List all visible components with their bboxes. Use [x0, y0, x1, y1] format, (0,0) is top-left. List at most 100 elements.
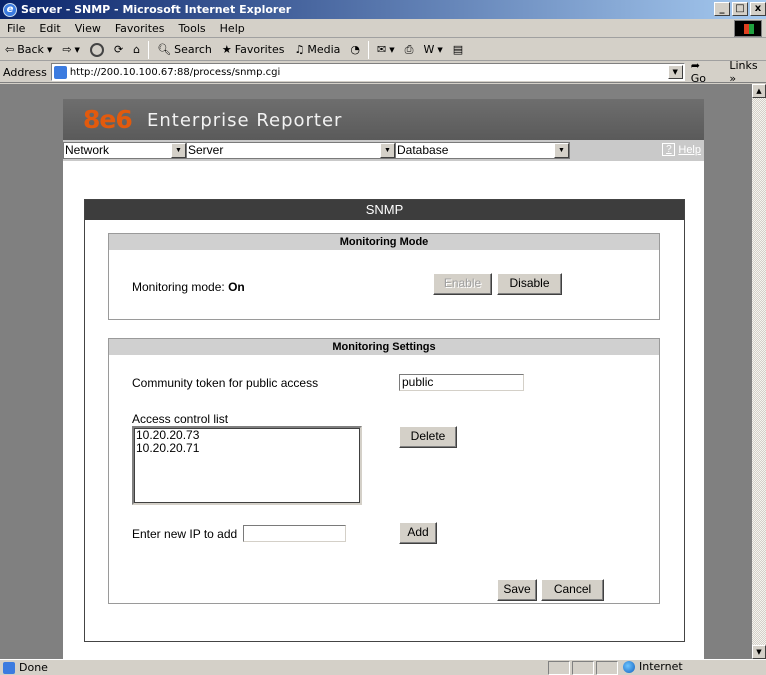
- status-label: Done: [19, 661, 48, 674]
- word-icon: W: [423, 43, 435, 56]
- chevron-down-icon: ▼: [554, 143, 569, 158]
- stop-icon: [89, 42, 104, 57]
- app-banner: 8e6 Enterprise Reporter: [63, 99, 704, 140]
- page-done-icon: [3, 661, 15, 674]
- refresh-button[interactable]: ⟳: [109, 43, 128, 56]
- enable-button[interactable]: Enable: [433, 273, 492, 295]
- security-zone-label: Internet: [639, 660, 683, 673]
- snmp-panel: SNMP Monitoring Mode Monitoring mode: On…: [84, 199, 685, 642]
- page-body: SNMP Monitoring Mode Monitoring mode: On…: [63, 161, 704, 659]
- back-arrow-icon: ⇦: [5, 43, 15, 56]
- browser-toolbar: ⇦ Back ▼ ⇨ ▼ ⟳ ⌂ 🔍︎ Search ★ Favorites ♫…: [0, 39, 766, 61]
- internet-globe-icon: [623, 660, 635, 673]
- menu-help[interactable]: Help: [213, 22, 252, 35]
- database-select-value: Database: [397, 143, 449, 157]
- minimize-button[interactable]: _: [714, 2, 730, 16]
- security-zone: Internet: [623, 660, 683, 673]
- menu-favorites[interactable]: Favorites: [108, 22, 172, 35]
- links-label: Links: [729, 59, 758, 72]
- monitoring-mode-section: Monitoring Mode Monitoring mode: On Enab…: [108, 233, 660, 320]
- acl-list-item[interactable]: 10.20.20.71: [136, 442, 358, 455]
- menu-edit[interactable]: Edit: [32, 22, 67, 35]
- mail-icon: ✉: [377, 43, 387, 56]
- restore-button[interactable]: □: [732, 2, 748, 16]
- media-label: Media: [307, 43, 341, 56]
- chevron-down-icon: ▼: [380, 143, 395, 158]
- menu-file[interactable]: File: [0, 22, 32, 35]
- menu-view[interactable]: View: [68, 22, 108, 35]
- print-button[interactable]: ⎙: [400, 43, 419, 57]
- brand-logo: 8e6: [83, 105, 133, 134]
- network-select-value: Network: [65, 143, 110, 157]
- help-icon: ?: [662, 143, 676, 156]
- toolbar-separator: [148, 40, 150, 59]
- save-button[interactable]: Save: [497, 579, 537, 601]
- navigation-row: Network ▼ Server ▼ Database ▼ ? Help: [63, 140, 704, 161]
- discuss-button[interactable]: ▤: [448, 43, 468, 56]
- chevron-down-icon: ▼: [171, 143, 186, 158]
- new-ip-label: Enter new IP to add: [132, 527, 238, 541]
- address-label: Address: [3, 65, 47, 79]
- links-button[interactable]: Links »: [729, 59, 766, 85]
- window-title: Server - SNMP - Microsoft Internet Explo…: [21, 3, 292, 16]
- media-button[interactable]: ♫ Media: [289, 43, 345, 56]
- access-control-listbox[interactable]: 10.20.20.73 10.20.20.71: [132, 426, 362, 505]
- home-button[interactable]: ⌂: [128, 43, 145, 56]
- history-icon: ◔: [350, 43, 361, 56]
- scroll-down-button[interactable]: ▼: [752, 645, 766, 659]
- database-select[interactable]: Database ▼: [395, 142, 570, 159]
- print-icon: ⎙: [404, 42, 414, 56]
- window-title-bar: e Server - SNMP - Microsoft Internet Exp…: [0, 0, 766, 19]
- help-label: Help: [678, 143, 701, 156]
- go-button[interactable]: ➦ Go: [691, 59, 718, 85]
- product-name: Enterprise Reporter: [147, 110, 343, 131]
- add-button[interactable]: Add: [399, 522, 437, 544]
- monitoring-settings-section: Monitoring Settings Community token for …: [108, 338, 660, 604]
- network-select[interactable]: Network ▼: [63, 142, 187, 159]
- search-button[interactable]: 🔍︎ Search: [152, 43, 217, 56]
- disable-button[interactable]: Disable: [497, 273, 562, 295]
- back-button[interactable]: ⇦ Back ▼: [0, 43, 57, 56]
- search-icon: 🔍︎: [157, 43, 172, 56]
- forward-arrow-icon: ⇨: [62, 43, 72, 56]
- history-button[interactable]: ◔: [345, 43, 365, 56]
- address-input[interactable]: http://200.10.100.67:88/process/snmp.cgi…: [50, 63, 685, 81]
- window-controls: _ □ x: [714, 2, 766, 16]
- status-bar: Done Internet: [0, 659, 766, 675]
- home-icon: ⌂: [133, 43, 141, 56]
- snmp-panel-title: SNMP: [85, 200, 684, 220]
- help-link[interactable]: ? Help: [662, 143, 701, 156]
- chevron-down-icon: ▼: [437, 45, 443, 54]
- internet-explorer-icon: e: [3, 2, 17, 17]
- toolbar-separator: [368, 40, 370, 59]
- forward-button[interactable]: ⇨ ▼: [57, 43, 85, 56]
- status-text: Done: [0, 661, 48, 674]
- stop-button[interactable]: [85, 42, 109, 57]
- scroll-up-button[interactable]: ▲: [752, 84, 766, 98]
- monitoring-mode-status: Monitoring mode: On: [132, 280, 245, 294]
- browser-viewport: 8e6 Enterprise Reporter Network ▼ Server…: [0, 84, 752, 659]
- edit-button[interactable]: W ▼: [418, 43, 447, 56]
- monitoring-mode-value: On: [228, 280, 245, 294]
- search-label: Search: [174, 43, 212, 56]
- new-ip-input[interactable]: [243, 525, 346, 542]
- favorites-button[interactable]: ★ Favorites: [217, 43, 290, 56]
- go-arrow-icon: ➦: [690, 59, 700, 72]
- vertical-scrollbar[interactable]: ▲ ▼: [752, 84, 766, 659]
- cancel-button[interactable]: Cancel: [541, 579, 604, 601]
- status-cell: [548, 661, 570, 675]
- monitoring-mode-label: Monitoring mode:: [132, 280, 225, 294]
- menu-tools[interactable]: Tools: [172, 22, 213, 35]
- server-select[interactable]: Server ▼: [186, 142, 396, 159]
- close-button[interactable]: x: [750, 2, 766, 16]
- community-token-input[interactable]: public: [399, 374, 524, 391]
- refresh-icon: ⟳: [113, 43, 124, 56]
- address-dropdown-button[interactable]: ▼: [667, 65, 683, 79]
- windows-logo-icon: [734, 20, 762, 37]
- delete-button[interactable]: Delete: [399, 426, 457, 448]
- media-icon: ♫: [294, 43, 305, 56]
- address-url: http://200.10.100.67:88/process/snmp.cgi: [69, 66, 281, 78]
- mail-button[interactable]: ✉ ▼: [372, 43, 400, 56]
- favorites-icon: ★: [221, 43, 232, 56]
- access-control-list-label: Access control list: [132, 412, 229, 426]
